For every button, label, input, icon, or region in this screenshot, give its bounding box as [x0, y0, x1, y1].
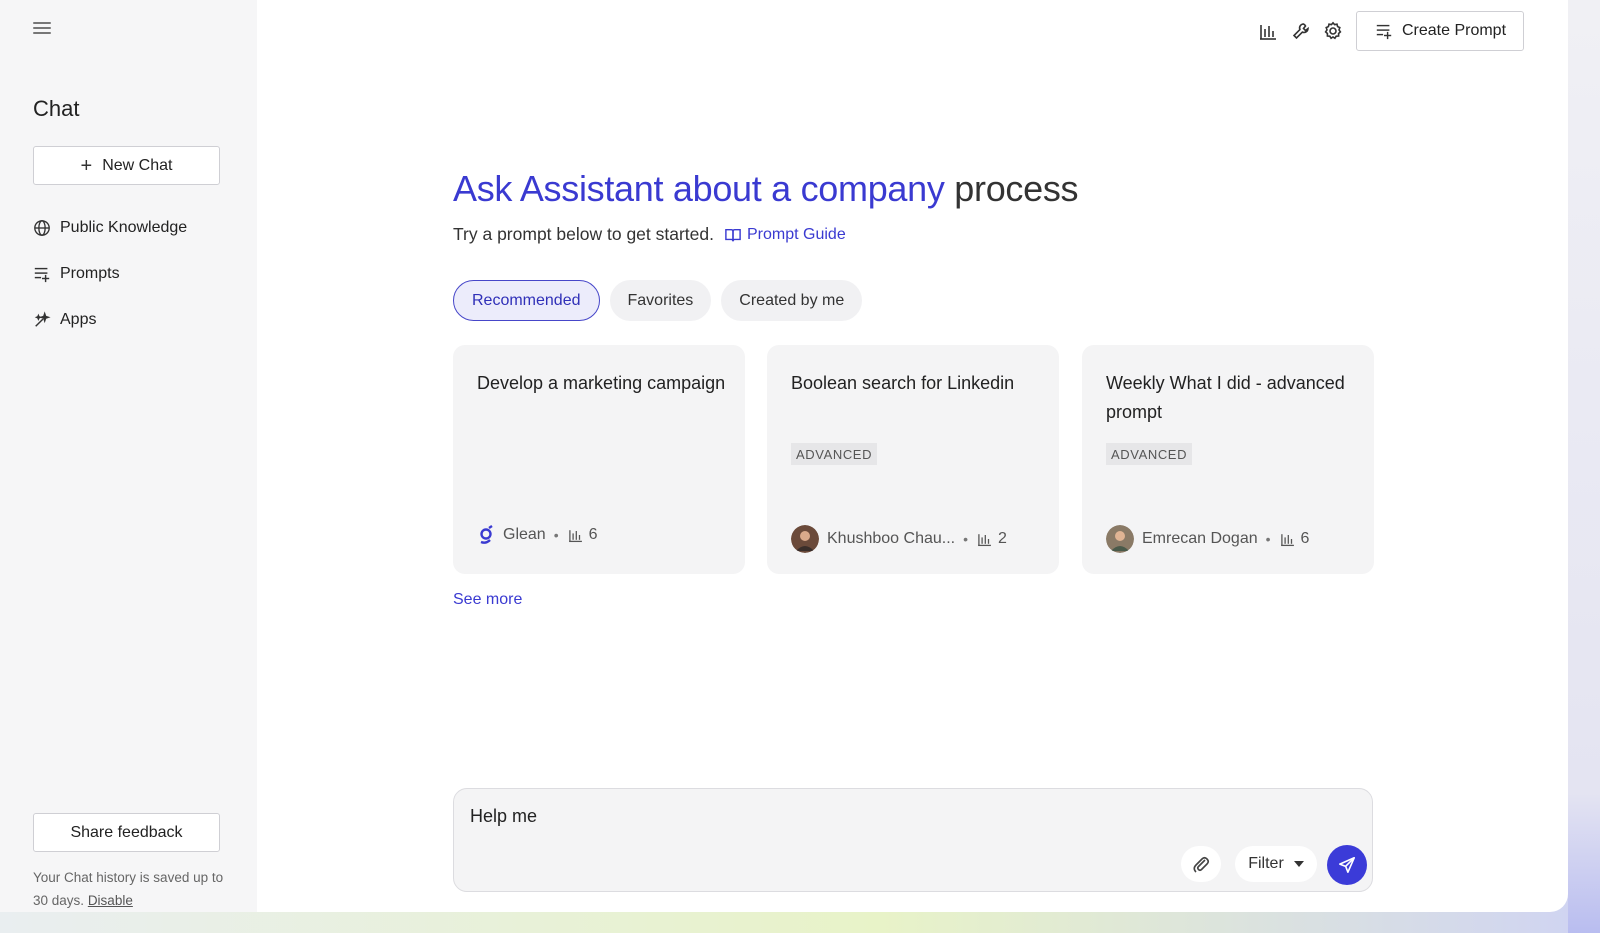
plus-icon: +: [80, 154, 93, 177]
send-icon: [1338, 856, 1356, 874]
prompt-card-uses: 6: [1279, 530, 1310, 548]
tab-recommended[interactable]: Recommended: [453, 280, 600, 321]
prompt-card-author: Khushboo Chau...: [827, 530, 956, 547]
advanced-badge: ADVANCED: [1106, 443, 1193, 465]
prompt-card-title: Develop a marketing campaign: [477, 373, 726, 393]
prompt-card-author: Glean: [503, 526, 546, 543]
analytics-icon[interactable]: [1258, 21, 1278, 41]
sidebar-title: Chat: [33, 96, 80, 121]
sidebar-item-apps[interactable]: Apps: [33, 308, 96, 332]
subtitle-text: Try a prompt below to get started.: [453, 224, 714, 244]
new-chat-button[interactable]: + New Chat: [33, 146, 220, 185]
attach-button[interactable]: [1181, 846, 1221, 882]
book-icon: [725, 228, 741, 241]
sidebar-item-label: Apps: [60, 311, 97, 328]
sidebar-item-prompts[interactable]: Prompts: [33, 262, 120, 286]
prompt-card-meta: Glean • 6: [477, 525, 598, 545]
tab-favorites[interactable]: Favorites: [609, 280, 712, 321]
avatar: [1106, 525, 1134, 553]
prompt-card-meta: Emrecan Dogan • 6: [1106, 525, 1309, 553]
tab-created-by-me[interactable]: Created by me: [721, 280, 863, 321]
see-more-link[interactable]: See more: [453, 591, 522, 609]
prompts-icon: [34, 267, 50, 283]
sidebar-item-public-knowledge[interactable]: Public Knowledge: [33, 216, 187, 240]
separator-dot: •: [963, 531, 968, 547]
prompt-card[interactable]: Develop a marketing campaign Glean • 6: [453, 345, 745, 574]
sidebar-item-label: Prompts: [60, 265, 120, 282]
prompt-card-uses: 6: [567, 526, 598, 544]
uses-count: 2: [998, 530, 1007, 547]
prompt-card-meta: Khushboo Chau... • 2: [791, 525, 1007, 553]
paperclip-icon: [1193, 856, 1210, 873]
prompts-icon: [1376, 24, 1392, 40]
share-feedback-button[interactable]: Share feedback: [33, 813, 220, 852]
analytics-icon: [1280, 534, 1294, 547]
page-title: Ask Assistant about a company process: [453, 168, 1079, 210]
window-edge: [1568, 0, 1600, 933]
wrench-icon[interactable]: [1291, 21, 1311, 41]
page-title-highlight: Ask Assistant about a company: [453, 168, 945, 209]
separator-dot: •: [1265, 531, 1271, 547]
chat-history-note: Your Chat history is saved up to 30 days…: [33, 866, 233, 912]
new-chat-label: New Chat: [102, 156, 173, 174]
page-subtitle: Try a prompt below to get started. Promp…: [453, 224, 846, 245]
chat-composer: Filter: [453, 788, 1373, 892]
create-prompt-button[interactable]: Create Prompt: [1356, 11, 1524, 51]
filter-label: Filter: [1248, 855, 1284, 872]
prompt-card-title: Boolean search for Linkedin: [791, 373, 1015, 393]
advanced-badge: ADVANCED: [791, 443, 878, 465]
prompt-card-author: Emrecan Dogan: [1142, 530, 1258, 547]
prompt-card-title: Weekly What I did - advanced prompt: [1106, 373, 1345, 422]
app-window: Chat + New Chat Public Knowledge Prompts: [0, 0, 1568, 912]
caret-down-icon: [1293, 861, 1304, 867]
analytics-icon: [978, 534, 991, 547]
prompt-tabs: Recommended Favorites Created by me: [453, 280, 863, 321]
gear-icon[interactable]: [1323, 21, 1343, 41]
chat-input[interactable]: [470, 803, 1350, 829]
page-title-rest: process: [954, 168, 1079, 209]
sparkle-icon: [34, 311, 51, 327]
send-button[interactable]: [1327, 845, 1367, 885]
sidebar: Chat + New Chat Public Knowledge Prompts: [0, 0, 257, 912]
sidebar-item-label: Public Knowledge: [60, 219, 188, 236]
uses-count: 6: [588, 526, 598, 543]
analytics-icon: [568, 530, 582, 543]
prompt-card[interactable]: Boolean search for Linkedin ADVANCED Khu…: [767, 345, 1059, 574]
disable-history-link[interactable]: Disable: [88, 893, 133, 908]
hamburger-menu-icon[interactable]: [33, 20, 51, 36]
separator-dot: •: [553, 527, 559, 543]
filter-dropdown[interactable]: Filter: [1235, 846, 1317, 882]
prompt-card-uses: 2: [976, 530, 1007, 548]
create-prompt-label: Create Prompt: [1401, 22, 1507, 39]
glean-logo-icon: [480, 525, 493, 544]
uses-count: 6: [1300, 530, 1310, 547]
prompt-card[interactable]: Weekly What I did - advanced prompt ADVA…: [1082, 345, 1374, 574]
avatar: [791, 525, 819, 553]
prompt-guide-link[interactable]: Prompt Guide: [724, 226, 846, 244]
globe-icon: [34, 220, 50, 236]
prompt-guide-label: Prompt Guide: [747, 225, 846, 243]
